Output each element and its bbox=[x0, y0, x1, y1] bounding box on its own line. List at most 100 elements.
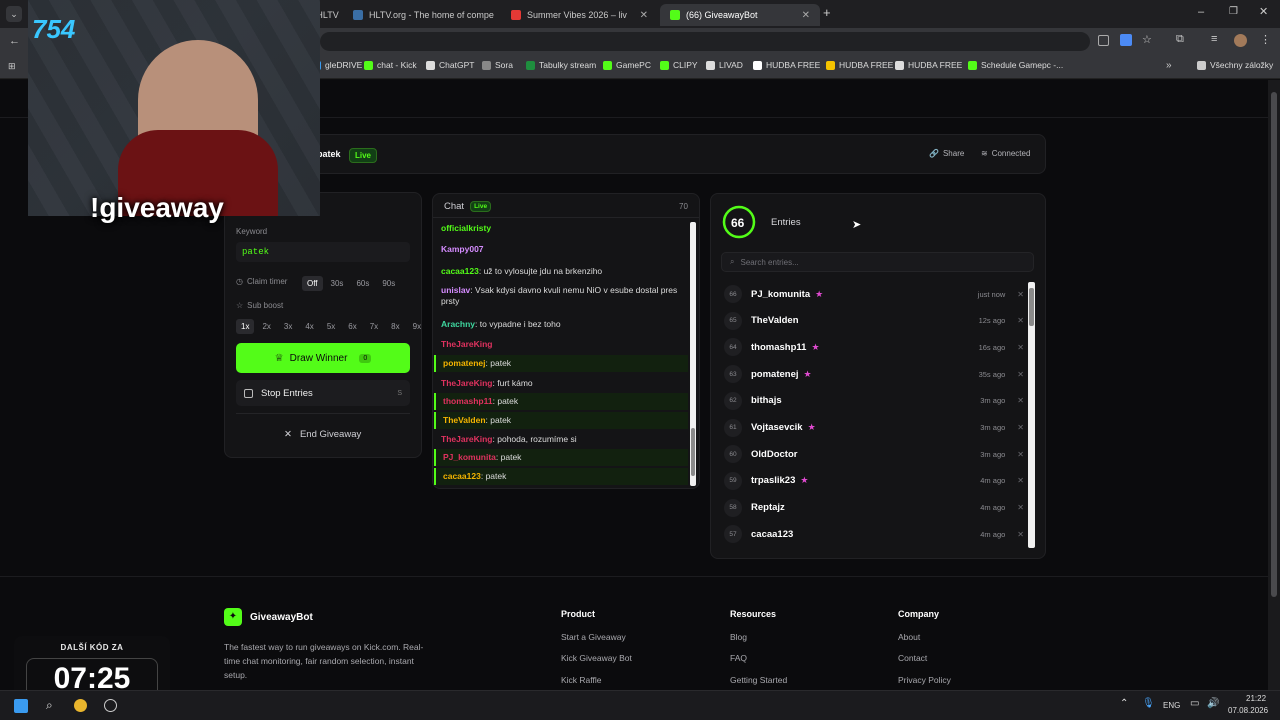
taskbar-search-icon[interactable]: ⌕ bbox=[46, 698, 53, 713]
menu-icon[interactable]: ⋮ bbox=[1260, 33, 1271, 46]
bookmark-item[interactable]: chat - Kick bbox=[364, 60, 417, 70]
footer-link[interactable]: Start a Giveaway bbox=[561, 632, 626, 642]
apps-icon[interactable]: ⊞ bbox=[8, 61, 16, 72]
entry-row[interactable]: 59 trpaslik23 ★ 4m ago ✕ bbox=[724, 468, 1024, 494]
bookmark-star-icon[interactable]: ☆ bbox=[1142, 33, 1152, 46]
option-chip[interactable]: Off bbox=[302, 276, 323, 291]
tab-close-icon[interactable]: ✕ bbox=[802, 10, 810, 21]
footer-link[interactable]: Kick Giveaway Bot bbox=[561, 653, 632, 663]
remove-entry-icon[interactable]: ✕ bbox=[1017, 316, 1024, 325]
browser-tab[interactable]: HLTV.org - The home of compe✕ bbox=[343, 4, 499, 26]
tab-close-icon[interactable]: ✕ bbox=[640, 10, 648, 21]
bookmarks-overflow-icon[interactable]: » bbox=[1166, 60, 1172, 71]
option-chip[interactable]: 90s bbox=[377, 276, 400, 291]
subscriber-star-icon: ★ bbox=[815, 288, 824, 299]
entry-row[interactable]: 60 OldDoctor 3m ago ✕ bbox=[724, 441, 1024, 467]
option-chip[interactable]: 30s bbox=[326, 276, 349, 291]
option-chip[interactable]: 8x bbox=[386, 319, 404, 334]
start-icon[interactable] bbox=[14, 699, 28, 713]
remove-entry-icon[interactable]: ✕ bbox=[1017, 343, 1024, 352]
bookmark-item[interactable]: CLIPY bbox=[660, 60, 698, 70]
footer-link[interactable]: Privacy Policy bbox=[898, 675, 951, 685]
volume-icon[interactable]: 🔊 bbox=[1207, 698, 1219, 709]
footer-link[interactable]: Contact bbox=[898, 653, 927, 663]
share-button[interactable]: 🔗 Share bbox=[929, 149, 964, 158]
chat-scrollbar-thumb[interactable] bbox=[691, 428, 695, 476]
keyword-input[interactable]: patek bbox=[236, 242, 410, 262]
entry-row[interactable]: 57 cacaa123 4m ago ✕ bbox=[724, 521, 1024, 547]
taskbar-chrome-icon[interactable] bbox=[74, 699, 87, 712]
browser-tab[interactable]: Summer Vibes 2026 – liv ✕ bbox=[501, 4, 658, 26]
option-chip[interactable]: 60s bbox=[351, 276, 374, 291]
draw-winner-button[interactable]: ♕ Draw Winner 0 bbox=[236, 343, 410, 373]
chat-count: 70 bbox=[679, 202, 688, 211]
bookmark-item[interactable]: HUDBA FREE bbox=[826, 60, 893, 70]
end-giveaway-button[interactable]: ✕ End Giveaway bbox=[284, 429, 361, 440]
browser-tab[interactable]: (66) GiveawayBot ✕ bbox=[660, 4, 820, 26]
translate-icon[interactable] bbox=[1098, 35, 1109, 46]
entry-row[interactable]: 61 Vojtasevcik ★ 3m ago ✕ bbox=[724, 415, 1024, 441]
option-chip[interactable]: 9x bbox=[408, 319, 426, 334]
chat-message: TheJareKing: furt kámo bbox=[441, 378, 533, 388]
remove-entry-icon[interactable]: ✕ bbox=[1017, 476, 1024, 485]
stop-entries-button[interactable]: Stop Entries S bbox=[236, 380, 410, 406]
keyboard-lang[interactable]: ENG bbox=[1163, 701, 1180, 710]
entry-row[interactable]: 63 pomatenej ★ 35s ago ✕ bbox=[724, 361, 1024, 387]
minimize-icon[interactable]: – bbox=[1198, 6, 1204, 18]
chat-username: TheValden bbox=[443, 415, 486, 425]
remove-entry-icon[interactable]: ✕ bbox=[1017, 530, 1024, 539]
profile-avatar[interactable] bbox=[1234, 34, 1247, 47]
option-chip[interactable]: 3x bbox=[279, 319, 297, 334]
entry-row[interactable]: 58 Reptajz 4m ago ✕ bbox=[724, 495, 1024, 521]
chat-message: TheJareKing bbox=[434, 336, 688, 353]
remove-entry-icon[interactable]: ✕ bbox=[1017, 503, 1024, 512]
entry-row[interactable]: 64 thomashp11 ★ 16s ago ✕ bbox=[724, 334, 1024, 360]
cast-icon[interactable] bbox=[1120, 34, 1132, 46]
bookmark-item[interactable]: Schedule Gamepc -... bbox=[968, 60, 1063, 70]
bookmark-item[interactable]: Sora bbox=[482, 60, 513, 70]
bookmark-item[interactable]: LIVAD bbox=[706, 60, 743, 70]
entry-row[interactable]: 62 bithajs 3m ago ✕ bbox=[724, 388, 1024, 414]
bookmark-item[interactable]: Tabulky stream bbox=[526, 60, 596, 70]
back-icon[interactable]: ← bbox=[9, 35, 20, 47]
close-window-icon[interactable]: ✕ bbox=[1259, 5, 1268, 18]
address-bar[interactable] bbox=[320, 32, 1090, 51]
remove-entry-icon[interactable]: ✕ bbox=[1017, 370, 1024, 379]
tab-search-button[interactable]: ⌄ bbox=[6, 6, 22, 22]
footer-link[interactable]: FAQ bbox=[730, 653, 747, 663]
footer-link[interactable]: Blog bbox=[730, 632, 747, 642]
extensions-icon[interactable]: ⧉ bbox=[1176, 33, 1184, 46]
footer-link[interactable]: Getting Started bbox=[730, 675, 787, 685]
page-scrollbar-thumb[interactable] bbox=[1271, 92, 1277, 597]
clock-date[interactable]: 07.08.2026 bbox=[1228, 706, 1268, 715]
option-chip[interactable]: 2x bbox=[257, 319, 275, 334]
taskbar-app-icon[interactable] bbox=[104, 699, 117, 712]
footer-link[interactable]: About bbox=[898, 632, 920, 642]
entries-search[interactable]: ⌕ Search entries... bbox=[721, 252, 1034, 272]
tray-chevron-icon[interactable]: ⌃ bbox=[1120, 698, 1128, 709]
clock-time[interactable]: 21:22 bbox=[1246, 694, 1266, 703]
footer-link[interactable]: Kick Raffle bbox=[561, 675, 601, 685]
media-icon[interactable]: ≡ bbox=[1211, 33, 1217, 45]
option-chip[interactable]: 5x bbox=[322, 319, 340, 334]
network-icon[interactable]: ▭ bbox=[1190, 698, 1199, 709]
remove-entry-icon[interactable]: ✕ bbox=[1017, 396, 1024, 405]
bookmark-item[interactable]: GamePC bbox=[603, 60, 651, 70]
remove-entry-icon[interactable]: ✕ bbox=[1017, 423, 1024, 432]
remove-entry-icon[interactable]: ✕ bbox=[1017, 290, 1024, 299]
entry-row[interactable]: 66 PJ_komunita ★ just now ✕ bbox=[724, 281, 1024, 307]
entries-scrollbar-thumb[interactable] bbox=[1029, 288, 1034, 326]
microphone-icon[interactable]: 🎙 bbox=[1142, 698, 1155, 709]
restore-icon[interactable]: ❐ bbox=[1229, 6, 1238, 17]
bookmark-item[interactable]: Všechny záložky bbox=[1197, 60, 1273, 70]
option-chip[interactable]: 1x bbox=[236, 319, 255, 334]
bookmark-item[interactable]: HUDBA FREE bbox=[753, 60, 820, 70]
new-tab-icon[interactable]: + bbox=[823, 5, 831, 20]
bookmark-item[interactable]: ChatGPT bbox=[426, 60, 474, 70]
option-chip[interactable]: 4x bbox=[300, 319, 318, 334]
option-chip[interactable]: 6x bbox=[343, 319, 361, 334]
bookmark-item[interactable]: HUDBA FREE bbox=[895, 60, 962, 70]
option-chip[interactable]: 7x bbox=[365, 319, 383, 334]
remove-entry-icon[interactable]: ✕ bbox=[1017, 450, 1024, 459]
entry-row[interactable]: 65 TheValden 12s ago ✕ bbox=[724, 308, 1024, 334]
